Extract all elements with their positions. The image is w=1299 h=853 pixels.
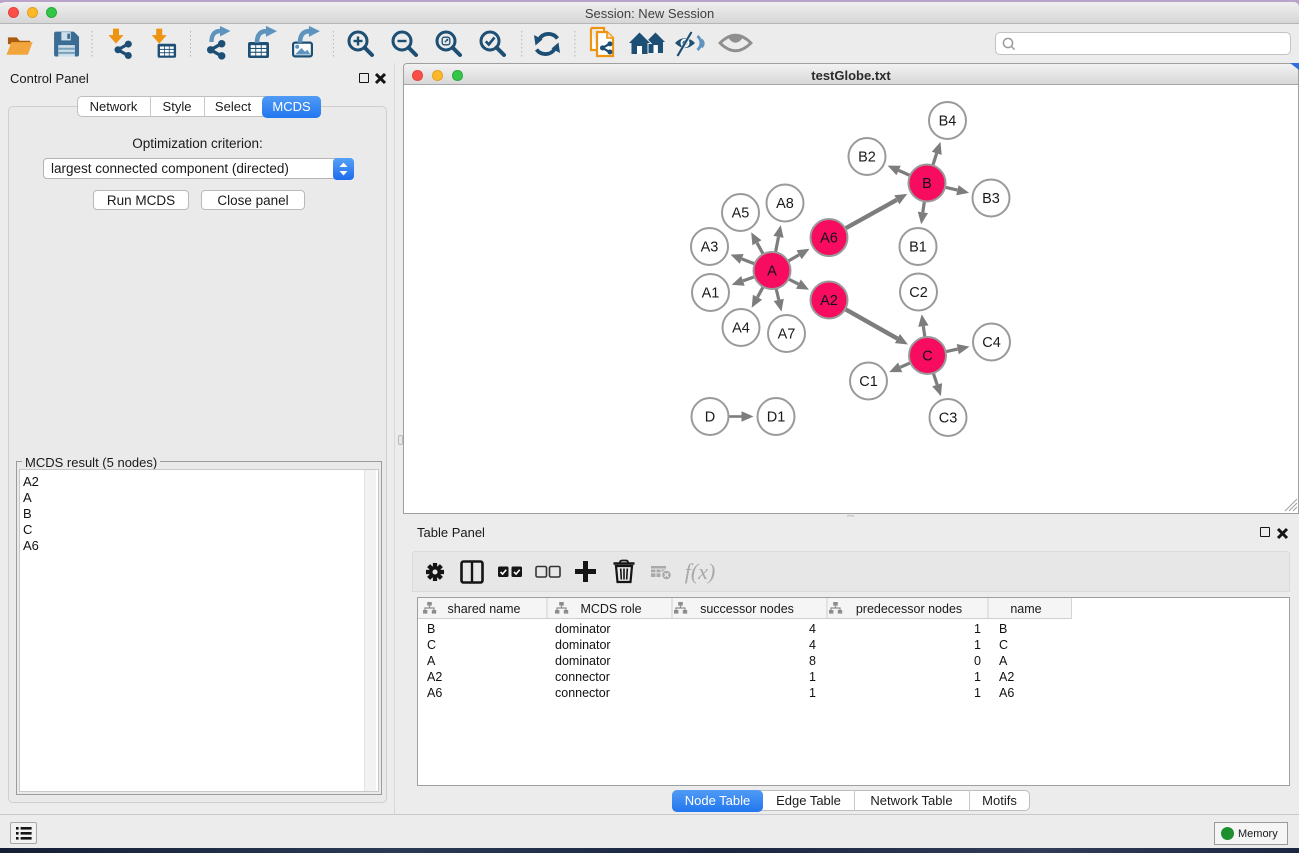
svg-text:B3: B3	[982, 191, 1000, 207]
svg-text:A: A	[427, 654, 436, 668]
svg-text:dominator: dominator	[555, 622, 611, 636]
svg-text:8: 8	[809, 654, 816, 668]
svg-text:D1: D1	[767, 410, 786, 426]
svg-text:f(x): f(x)	[685, 559, 716, 584]
svg-text:successor nodes: successor nodes	[700, 602, 794, 616]
svg-text:1: 1	[974, 670, 981, 684]
svg-text:A: A	[999, 654, 1008, 668]
svg-text:C: C	[427, 638, 436, 652]
svg-text:A3: A3	[701, 240, 719, 256]
svg-text:4: 4	[809, 638, 816, 652]
svg-text:dominator: dominator	[555, 638, 611, 652]
svg-text:0: 0	[974, 654, 981, 668]
svg-text:C1: C1	[859, 374, 878, 390]
svg-text:A2: A2	[999, 670, 1014, 684]
svg-text:A: A	[767, 264, 777, 280]
svg-text:A2: A2	[820, 293, 838, 309]
svg-text:connector: connector	[555, 670, 610, 684]
svg-text:name: name	[1010, 602, 1041, 616]
svg-text:A2: A2	[427, 670, 442, 684]
svg-text:A4: A4	[732, 321, 750, 337]
svg-text:C4: C4	[982, 335, 1001, 351]
svg-text:B2: B2	[858, 150, 876, 166]
svg-text:shared name: shared name	[448, 602, 521, 616]
svg-text:MCDS role: MCDS role	[580, 602, 641, 616]
svg-text:1: 1	[974, 622, 981, 636]
svg-text:dominator: dominator	[555, 654, 611, 668]
svg-text:predecessor nodes: predecessor nodes	[856, 602, 962, 616]
svg-text:A8: A8	[776, 196, 794, 212]
svg-text:B: B	[427, 622, 435, 636]
svg-text:D: D	[705, 410, 715, 426]
svg-text:1: 1	[974, 686, 981, 700]
svg-text:1: 1	[809, 670, 816, 684]
svg-text:A7: A7	[778, 327, 796, 343]
svg-text:A5: A5	[732, 206, 750, 222]
svg-text:C: C	[922, 349, 932, 365]
svg-text:C2: C2	[909, 285, 928, 301]
svg-text:1: 1	[809, 686, 816, 700]
svg-text:B: B	[922, 176, 932, 192]
svg-text:B4: B4	[939, 114, 957, 130]
svg-text:1: 1	[974, 638, 981, 652]
svg-text:A6: A6	[999, 686, 1014, 700]
svg-text:B: B	[999, 622, 1007, 636]
svg-text:B1: B1	[909, 240, 927, 256]
svg-text:A6: A6	[820, 231, 838, 247]
svg-text:A6: A6	[427, 686, 442, 700]
svg-text:A1: A1	[702, 286, 720, 302]
svg-text:C: C	[999, 638, 1008, 652]
svg-text:connector: connector	[555, 686, 610, 700]
svg-text:C3: C3	[939, 411, 958, 427]
svg-text:4: 4	[809, 622, 816, 636]
